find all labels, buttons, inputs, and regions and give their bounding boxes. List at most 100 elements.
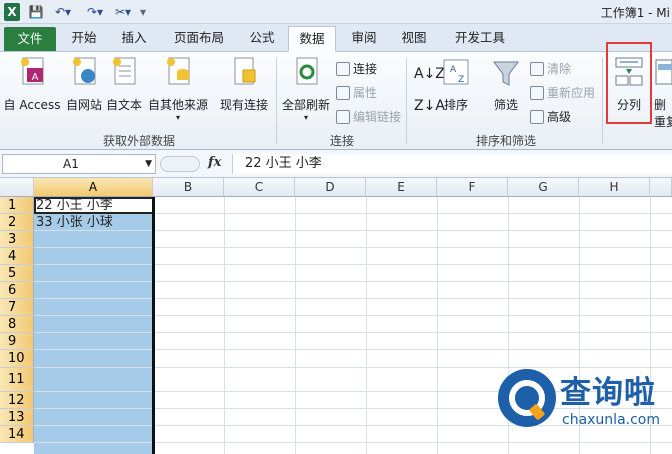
text-file-icon <box>113 57 136 85</box>
remove-duplicates-icon <box>655 59 672 85</box>
group-label-get-external: 获取外部数据 <box>102 134 175 148</box>
row-header-11[interactable]: 11 <box>0 368 34 392</box>
row-header-12[interactable]: 12 <box>0 392 34 409</box>
from-web-button[interactable]: 自网站 <box>64 56 104 113</box>
grid-row-line <box>34 281 672 282</box>
row-header-6[interactable]: 6 <box>0 282 34 299</box>
sort-button[interactable]: AZ 排序 <box>440 58 472 113</box>
group-label-sort-filter: 排序和筛选 <box>475 134 536 148</box>
grid-row-line <box>34 247 672 248</box>
tab-formulas[interactable]: 公式 <box>240 26 284 52</box>
formula-bar-splitter[interactable] <box>160 156 200 172</box>
tab-home[interactable]: 开始 <box>62 26 106 52</box>
tab-page-layout[interactable]: 页面布局 <box>164 26 234 52</box>
magnifier-logo-icon <box>498 369 556 427</box>
cell-a1[interactable]: 22 小王 小李 <box>34 197 153 214</box>
row-header-8[interactable]: 8 <box>0 316 34 333</box>
undo-icon[interactable]: ↶▾ <box>50 3 76 21</box>
properties-icon <box>336 85 350 100</box>
grid-column-line <box>224 197 225 454</box>
tab-view[interactable]: 视图 <box>392 26 436 52</box>
refresh-icon <box>296 57 318 85</box>
from-text-button[interactable]: 自文本 <box>104 56 144 113</box>
grid-column-line <box>366 197 367 454</box>
column-header-c[interactable]: C <box>224 178 295 197</box>
row-header-2[interactable]: 2 <box>0 214 34 231</box>
svg-text:A: A <box>450 65 457 75</box>
dropdown-arrow-icon: ▾ <box>303 113 308 122</box>
column-header-e[interactable]: E <box>366 178 437 197</box>
column-header-i[interactable] <box>650 178 672 197</box>
row-header-4[interactable]: 4 <box>0 248 34 265</box>
save-icon[interactable]: 💾 <box>28 3 44 21</box>
excel-logo-icon: X <box>4 3 20 21</box>
cell-a2[interactable]: 33 小张 小球 <box>34 214 153 231</box>
clear-filter-button[interactable]: 清除 <box>530 60 571 77</box>
reapply-icon <box>530 85 544 100</box>
advanced-filter-icon <box>530 109 544 124</box>
ribbon-data: A 自 Access 自网站 自文本 自其他来源 ▾ 现有连接 获取外部数据 全… <box>0 42 672 150</box>
insert-function-icon[interactable]: fx <box>208 155 221 170</box>
window-title: 工作簿1 - Mi <box>600 6 670 20</box>
column-a-selection-border <box>152 197 155 454</box>
watermark-logo: 查询啦 chaxunla.com <box>498 365 670 453</box>
column-header-d[interactable]: D <box>295 178 366 197</box>
filter-button[interactable]: 筛选 <box>488 58 524 113</box>
row-header-1[interactable]: 1 <box>0 197 34 214</box>
column-header-a[interactable]: A <box>34 178 153 197</box>
watermark-brand: 查询啦 <box>560 375 656 411</box>
watermark-url: chaxunla.com <box>562 412 660 428</box>
select-all-corner[interactable] <box>0 178 34 197</box>
grid-column-line <box>295 197 296 454</box>
advanced-filter-button[interactable]: 高级 <box>530 108 571 125</box>
edit-links-icon <box>336 109 350 124</box>
properties-button[interactable]: 属性 <box>336 84 377 101</box>
reapply-button[interactable]: 重新应用 <box>530 84 595 101</box>
existing-connections-button[interactable]: 现有连接 <box>216 56 272 113</box>
group-separator <box>406 58 407 144</box>
tab-developer[interactable]: 开发工具 <box>446 26 514 52</box>
column-header-b[interactable]: B <box>153 178 224 197</box>
chevron-down-icon[interactable]: ▼ <box>145 155 152 173</box>
row-header-5[interactable]: 5 <box>0 265 34 282</box>
remove-duplicates-button[interactable]: 删 重复 <box>654 56 672 130</box>
selected-column-a <box>34 197 153 454</box>
format-painter-icon[interactable]: ✂▾ <box>112 3 134 21</box>
grid-row-line <box>34 332 672 333</box>
other-sources-icon <box>167 57 190 85</box>
group-separator <box>602 58 603 144</box>
from-access-button[interactable]: A 自 Access <box>2 56 62 113</box>
row-header-7[interactable]: 7 <box>0 299 34 316</box>
grid-row-line <box>34 264 672 265</box>
tab-file[interactable]: 文件 <box>4 27 56 51</box>
formula-input[interactable]: 22 小王 小李 <box>232 154 672 174</box>
title-bar: X 💾 ↶▾ ↷▾ ✂▾ ▾ 工作簿1 - Mi <box>0 0 672 24</box>
customize-toolbar-icon[interactable]: ▾ <box>138 3 148 21</box>
row-header-10[interactable]: 10 <box>0 350 34 368</box>
clear-filter-icon <box>530 61 544 76</box>
column-header-f[interactable]: F <box>437 178 508 197</box>
formula-bar: A1 ▼ fx 22 小王 小李 <box>0 150 672 178</box>
access-db-icon: A <box>21 57 44 85</box>
grid-row-line <box>34 298 672 299</box>
dropdown-arrow-icon: ▾ <box>175 113 180 122</box>
row-header-14[interactable]: 14 <box>0 426 34 443</box>
tab-insert[interactable]: 插入 <box>112 26 156 52</box>
column-header-g[interactable]: G <box>508 178 579 197</box>
connections-button[interactable]: 连接 <box>336 60 377 77</box>
refresh-all-button[interactable]: 全部刷新 ▾ <box>280 56 332 122</box>
redo-icon[interactable]: ↷▾ <box>82 3 108 21</box>
text-to-columns-button[interactable]: 分列 <box>606 42 652 124</box>
tab-review[interactable]: 审阅 <box>342 26 386 52</box>
from-other-sources-button[interactable]: 自其他来源 ▾ <box>146 56 210 122</box>
edit-links-button[interactable]: 编辑链接 <box>336 108 401 125</box>
row-header-9[interactable]: 9 <box>0 333 34 350</box>
svg-text:A: A <box>32 72 39 83</box>
column-header-h[interactable]: H <box>579 178 650 197</box>
row-header-3[interactable]: 3 <box>0 231 34 248</box>
row-header-13[interactable]: 13 <box>0 409 34 426</box>
grid-row-line <box>34 315 672 316</box>
grid-column-line <box>437 197 438 454</box>
name-box[interactable]: A1 ▼ <box>2 154 156 174</box>
tab-data[interactable]: 数据 <box>288 26 336 52</box>
